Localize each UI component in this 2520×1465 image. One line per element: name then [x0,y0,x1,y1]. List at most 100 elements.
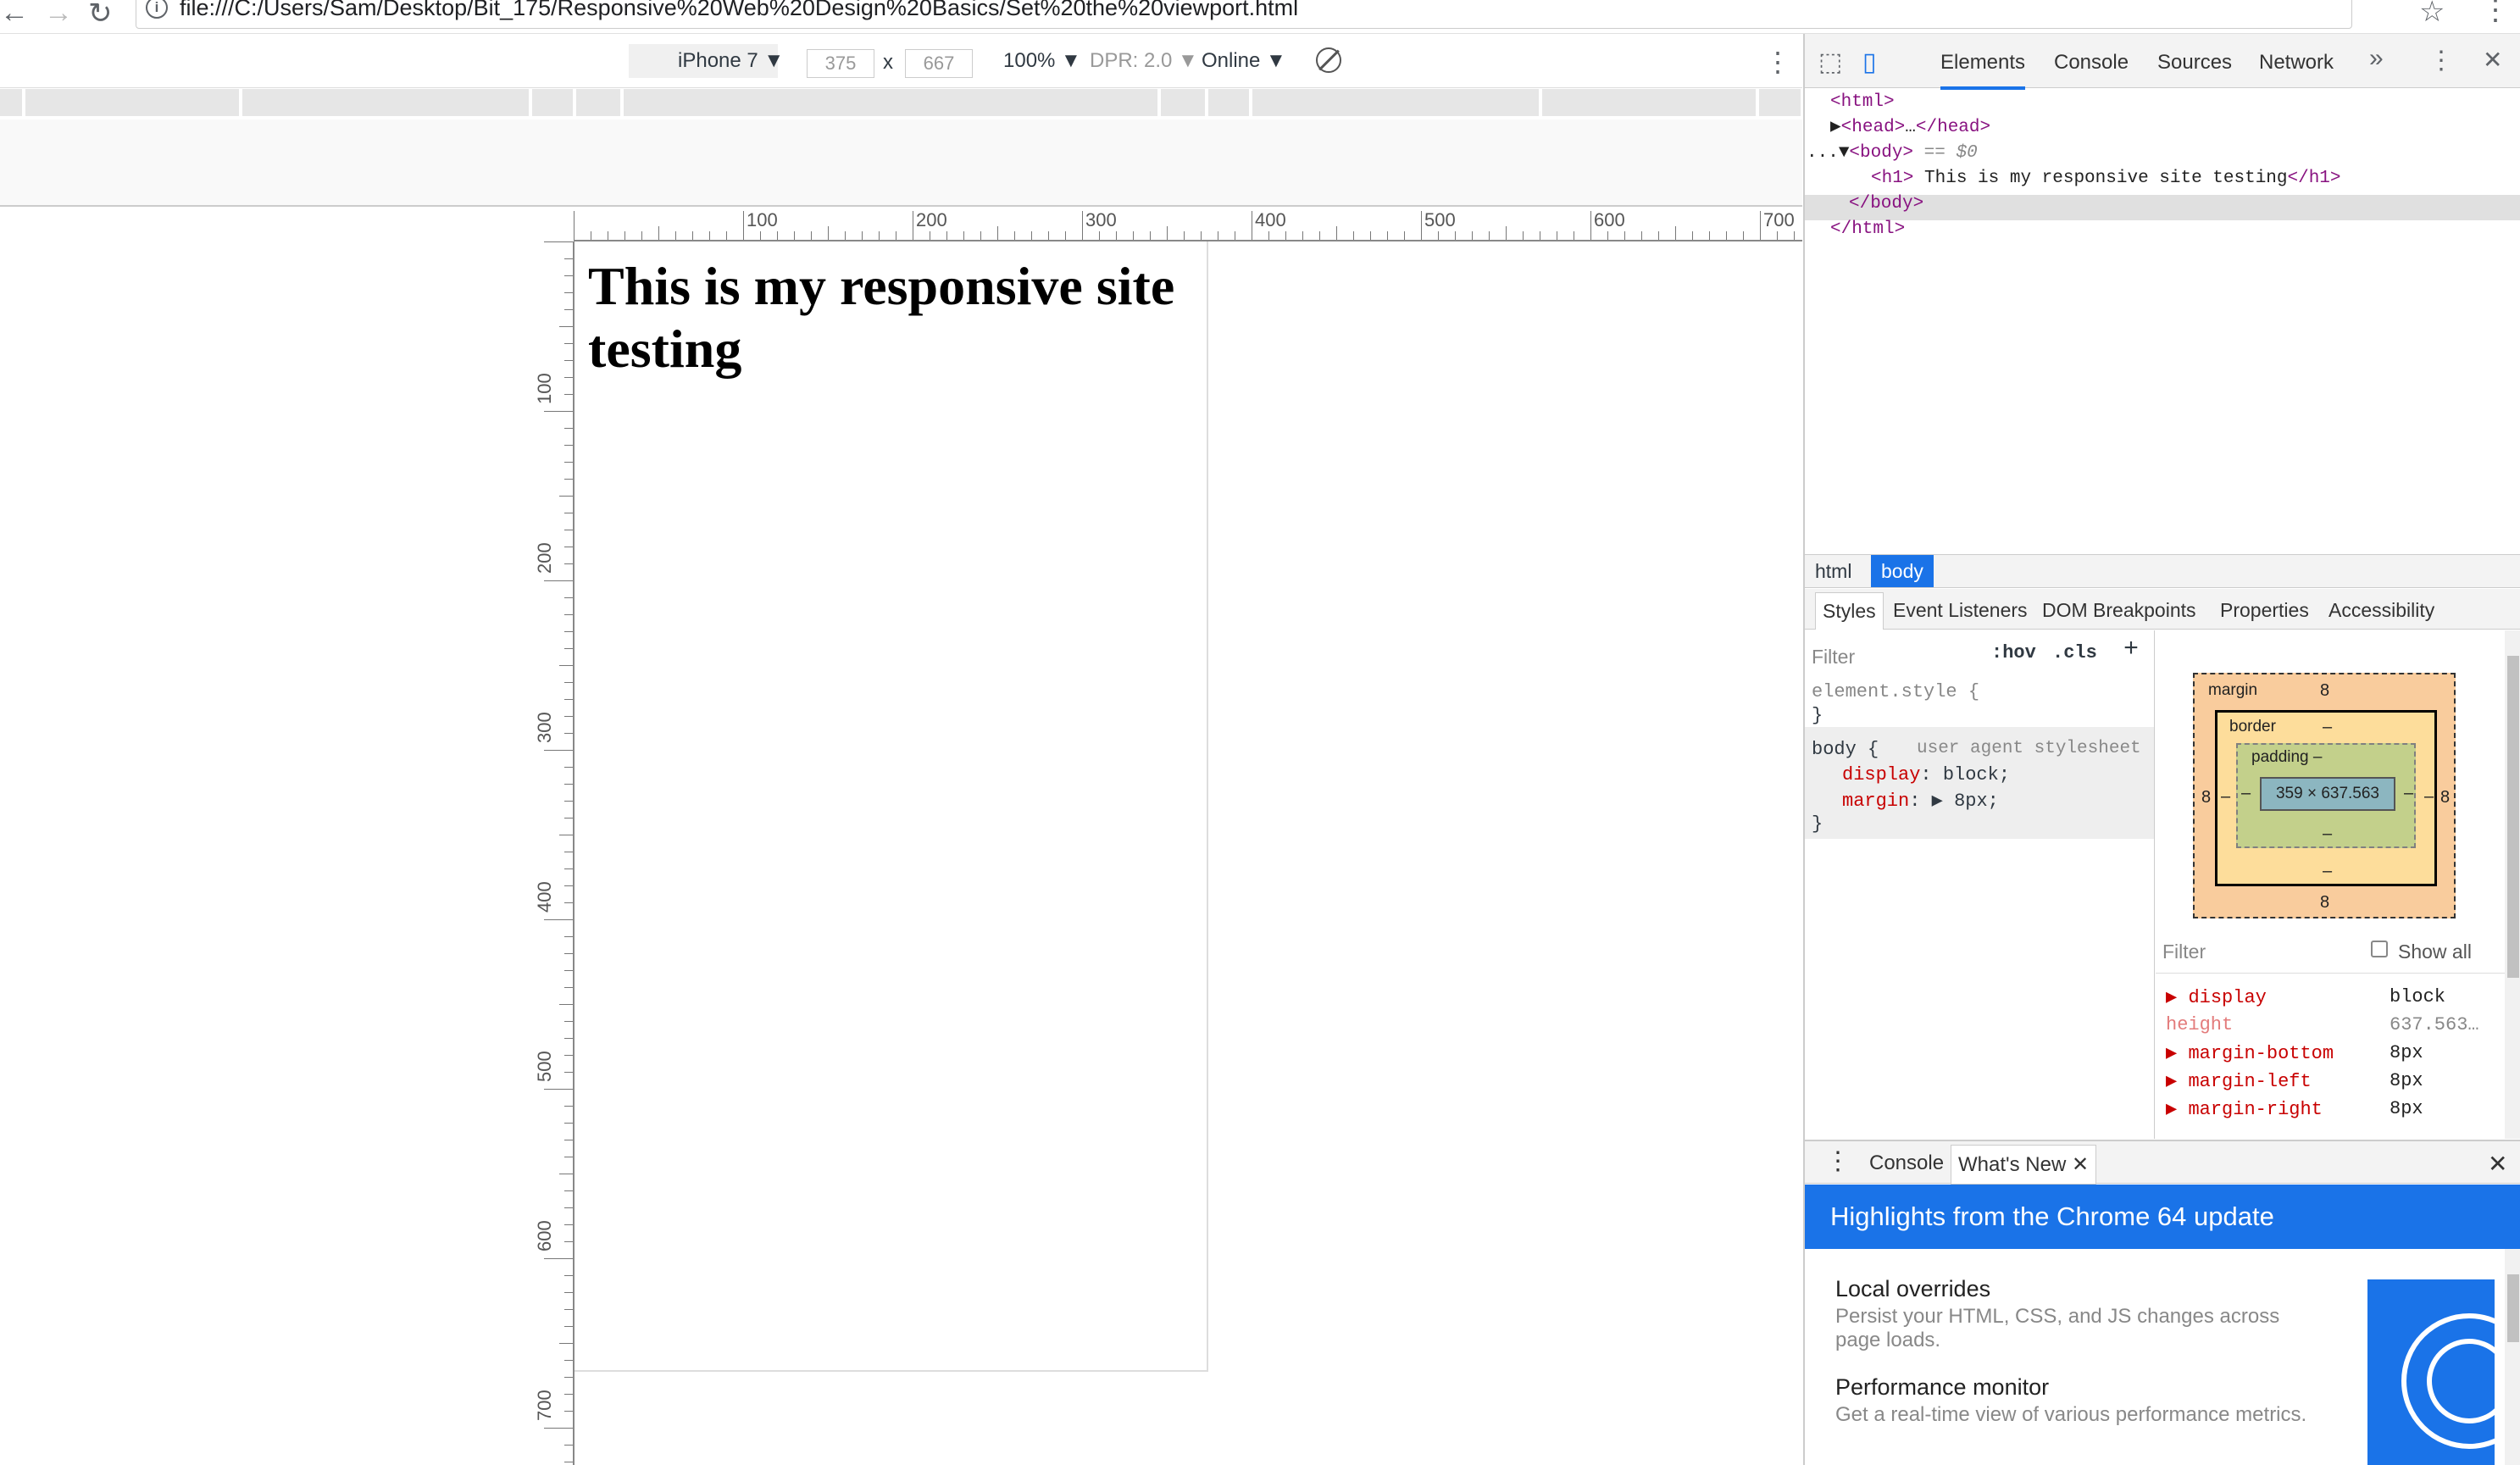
reload-icon[interactable]: ↻ [88,0,113,31]
dom-h1-row[interactable]: <h1> This is my responsive site testing<… [1871,166,2341,191]
drawer-tab-whats-new[interactable]: What's New ✕ [1951,1145,2097,1185]
margin-label: margin [2208,681,2258,699]
tab-console[interactable]: Console [2054,51,2129,75]
url-text[interactable]: file:///C:/Users/Sam/Desktop/Bit_175/Res… [180,0,1298,21]
drawer: ⋮ Console What's New ✕ ✕ Highlights from… [1805,1140,2520,1465]
padding-right-value[interactable]: – [2404,784,2413,803]
ruler-tick [564,1190,573,1191]
devtools-menu-icon[interactable]: ⋮ [2428,46,2454,75]
computed-row[interactable]: height 637.563… [2166,1014,2479,1035]
scrollbar-thumb[interactable] [2507,1274,2519,1342]
media-query-segment[interactable] [1759,89,1802,116]
dom-dots: ... [1807,143,1839,163]
ruler-tick [828,226,829,240]
cls-toggle[interactable]: .cls [2052,642,2097,663]
computed-row[interactable]: ▶ margin-bottom 8px [2166,1042,2423,1064]
border-left-value[interactable]: – [2221,787,2230,807]
ruler-tick [1438,231,1439,240]
tab-sources[interactable]: Sources [2157,51,2232,75]
tab-network[interactable]: Network [2259,51,2334,75]
border-bottom-value[interactable]: – [2323,862,2332,881]
box-model-padding[interactable]: padding – – – – 359 × 637.563 [2236,743,2416,848]
media-query-segment[interactable] [25,89,241,116]
ruler-tick [1048,231,1049,240]
computed-row[interactable]: ▶ margin-right 8px [2166,1098,2423,1120]
margin-bottom-value[interactable]: 8 [2320,893,2329,913]
media-query-segment[interactable] [242,89,530,116]
device-toolbar-menu-icon[interactable]: ⋮ [1764,46,1791,78]
network-select[interactable]: Online ▼ [1202,49,1286,73]
news-item-title[interactable]: Local overrides [1835,1276,1990,1302]
tab-properties[interactable]: Properties [2220,599,2309,622]
viewport-height-input[interactable]: 667 [905,49,973,78]
computed-row[interactable]: ▶ margin-left 8px [2166,1070,2423,1092]
body-rule-close: } [1812,813,1823,835]
news-scrollbar[interactable] [2505,1249,2520,1465]
tab-elements[interactable]: Elements [1940,51,2026,90]
computed-prop-value: 8px [2390,1070,2423,1091]
margin-right-value[interactable]: 8 [2440,788,2450,807]
browser-menu-icon[interactable]: ⋮ [2481,0,2510,27]
ruler-tick [564,885,573,886]
body-selector[interactable]: body { [1812,739,1879,760]
dpr-select[interactable]: DPR: 2.0 ▼ [1090,49,1198,73]
ruler-tick [1184,231,1185,240]
box-model-margin[interactable]: margin 8 8 8 8 border – – – – padding – … [2193,673,2456,918]
breadcrumb-html[interactable]: html [1805,555,1862,587]
padding-left-value[interactable]: – [2241,784,2251,803]
tab-styles[interactable]: Styles [1815,592,1884,630]
box-model-border[interactable]: border – – – – padding – – – – 359 × 637… [2215,710,2437,886]
styles-scrollbar[interactable] [2505,630,2520,1139]
viewport-width-input[interactable]: 375 [807,49,874,78]
bookmark-star-icon[interactable]: ☆ [2419,0,2445,29]
zoom-select[interactable]: 100% ▼ [1003,49,1081,73]
dom-html-close[interactable]: </html> [1830,217,1905,242]
computed-filter-input[interactable]: Filter [2162,941,2206,963]
drawer-menu-icon[interactable]: ⋮ [1825,1146,1851,1176]
margin-top-value[interactable]: 8 [2320,681,2329,701]
tab-accessibility[interactable]: Accessibility [2329,599,2434,622]
dom-body-row[interactable]: ...▼<body> == $0 [1807,141,1978,166]
media-query-segment[interactable] [1542,89,1757,116]
scrollbar-thumb[interactable] [2507,656,2519,978]
box-model-content[interactable]: 359 × 637.563 [2260,777,2395,811]
media-query-segment[interactable] [1161,89,1207,116]
new-rule-plus-icon[interactable]: + [2123,635,2139,664]
media-query-segment[interactable] [532,89,574,116]
show-all-checkbox[interactable] [2371,941,2388,957]
close-tab-icon[interactable]: ✕ [2072,1153,2089,1176]
media-query-segment[interactable] [1252,89,1540,116]
drawer-tab-console[interactable]: Console [1869,1151,1944,1175]
margin-left-value[interactable]: 8 [2201,788,2211,807]
media-query-segment[interactable] [576,89,622,116]
device-toggle-icon[interactable]: ▯ [1862,47,1877,77]
ruler-label: 100 [534,373,555,404]
news-item-title[interactable]: Performance monitor [1835,1374,2049,1401]
inspect-element-icon[interactable]: ⬚ [1818,47,1842,77]
tab-dom-breakpoints[interactable]: DOM Breakpoints [2042,599,2196,622]
margin-declaration[interactable]: margin: ▶ 8px; [1842,790,1999,812]
padding-bottom-value[interactable]: – [2323,824,2332,844]
display-declaration[interactable]: display: block; [1842,764,2010,785]
element-style-selector[interactable]: element.style { [1812,681,1979,702]
media-query-segment[interactable] [0,89,24,116]
devtools-close-icon[interactable]: ✕ [2483,46,2502,74]
device-select[interactable]: iPhone 7 ▼ [678,49,784,73]
forward-arrow-icon[interactable]: → [44,0,73,30]
back-arrow-icon[interactable]: ← [0,0,29,30]
computed-row[interactable]: ▶ display block [2166,986,2445,1008]
styles-filter-input[interactable]: Filter [1812,646,1855,669]
media-query-segment[interactable] [1208,89,1251,116]
border-top-value[interactable]: – [2323,718,2332,737]
more-tabs-icon[interactable]: » [2369,44,2384,73]
media-query-segment[interactable] [624,89,1159,116]
border-right-value[interactable]: – [2424,787,2434,807]
dom-body-close[interactable]: </body> [1849,191,1923,217]
dom-head-row[interactable]: ▶<head>…</head> [1830,115,1990,141]
hov-toggle[interactable]: :hov [1991,642,2036,663]
breadcrumb-body[interactable]: body [1871,555,1934,587]
drawer-close-icon[interactable]: ✕ [2488,1150,2507,1178]
dom-html-open[interactable]: <html> [1830,90,1895,115]
rotate-icon[interactable] [1316,47,1341,73]
tab-event-listeners[interactable]: Event Listeners [1893,599,2028,622]
